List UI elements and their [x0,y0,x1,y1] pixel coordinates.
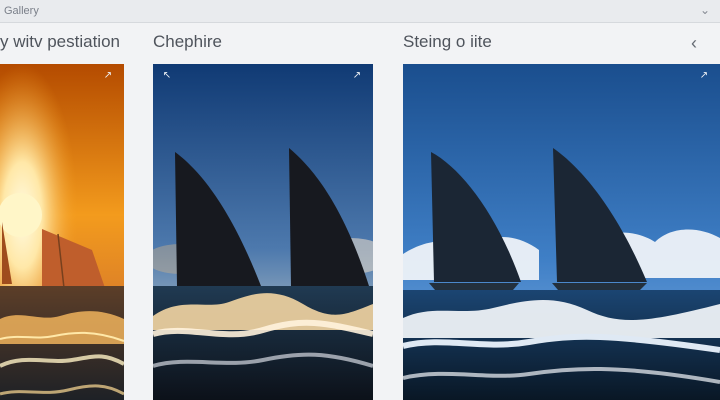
image-card-sunset[interactable]: ↗ [0,64,124,400]
clear-sky-sailboat-image [403,64,720,400]
panel-header-right: Steing o iite [403,32,693,58]
sunset-image [0,64,124,400]
dusk-sailboat-image [153,64,373,400]
panel-title-right: Steing o iite [403,32,492,51]
image-card-dusk[interactable]: ↖ ↗ [153,64,373,400]
window-titlebar: Gallery ⌄ [0,0,720,23]
panel-title-middle: Chephire [153,32,222,51]
expand-right-arrow-icon[interactable]: ↗ [351,70,363,82]
chevron-left-icon[interactable]: ‹ [686,32,702,54]
panel-title-left: y witv pestiation [0,32,120,51]
expand-arrow-icon[interactable]: ↗ [102,70,114,82]
chevron-down-icon[interactable]: ⌄ [698,3,712,17]
expand-arrow-icon[interactable]: ↗ [698,70,710,82]
panel-header-left: y witv pestiation [0,32,140,58]
app-title: Gallery [4,5,39,17]
expand-left-arrow-icon[interactable]: ↖ [161,70,173,82]
image-card-clear-sky[interactable]: ↗ [403,64,720,400]
panel-header-middle: Chephire [153,32,363,58]
